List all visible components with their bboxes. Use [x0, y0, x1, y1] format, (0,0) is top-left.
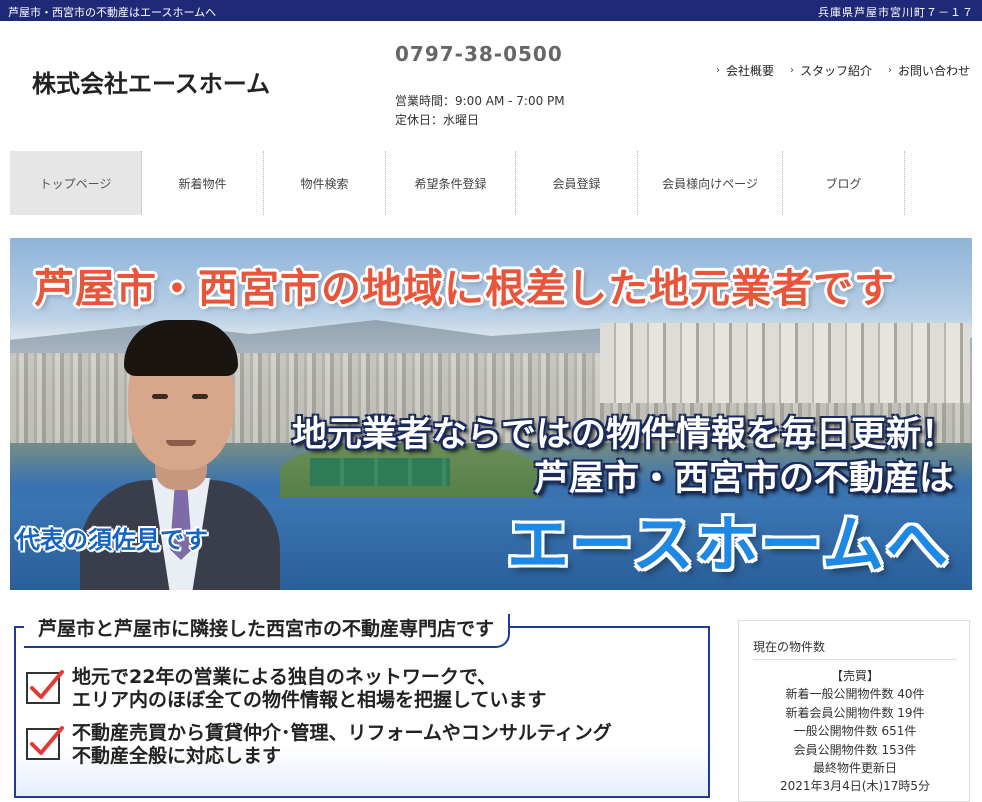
count-line: 2021年3月4日(木)17時5分: [779, 779, 931, 794]
feature-point-line: 不動産全般に対応します: [72, 745, 282, 767]
link-contact[interactable]: › お問い合わせ: [888, 62, 970, 79]
site-tagline: 芦屋市・西宮市の不動産はエースホームへ: [8, 6, 217, 19]
count-line: 一般公開物件数 651件: [793, 724, 917, 739]
divider: [753, 659, 957, 660]
feature-title: 芦屋市と芦屋市に隣接した西宮市の不動産専門店です: [24, 614, 511, 648]
hero-headline: 芦屋市・西宮市の地域に根差した地元業者です: [34, 266, 895, 312]
link-staff[interactable]: › スタッフ紹介: [790, 62, 872, 79]
business-hours: 営業時間：9:00 AM - 7:00 PM 定休日：水曜日: [395, 92, 565, 130]
site-logo[interactable]: 株式会社エースホーム: [32, 64, 270, 99]
phone-number[interactable]: 0797-38-0500: [395, 42, 563, 66]
feature-point: 不動産売買から賃貸仲介･管理、リフォームやコンサルティング 不動産全般に対応しま…: [26, 722, 696, 768]
nav-property-search[interactable]: 物件検索: [264, 151, 386, 215]
link-company-profile[interactable]: › 会社概要: [716, 62, 774, 79]
header-links: › 会社概要 › スタッフ紹介 › お問い合わせ: [716, 62, 970, 79]
hero-banner: 芦屋市・西宮市の地域に根差した地元業者です 地元業者ならではの物件情報を毎日更新…: [10, 238, 972, 590]
property-count-panel: 現在の物件数 【売買】 新着一般公開物件数 40件 新着会員公開物件数 19件 …: [738, 620, 970, 802]
count-line: 会員公開物件数 153件: [793, 742, 917, 757]
checkbox-icon: [26, 726, 64, 760]
company-address: 兵庫県芦屋市宮川町７－１７: [818, 6, 974, 19]
holiday-text: 定休日：水曜日: [395, 113, 480, 127]
category-label: 【売買】: [830, 669, 879, 683]
nav-member-page[interactable]: 会員様向けページ: [638, 151, 783, 215]
apartment-towers: [600, 323, 970, 403]
chevron-right-icon: ›: [789, 65, 794, 76]
main-nav: トップページ 新着物件 物件検索 希望条件登録 会員登録 会員様向けページ ブロ…: [10, 151, 905, 215]
nav-top-page[interactable]: トップページ: [10, 151, 142, 215]
hero-brand: エースホームへ: [506, 508, 950, 581]
feature-point-line: エリア内のほぼ全ての物件情報と相場を把握しています: [72, 689, 547, 711]
feature-box: 芦屋市と芦屋市に隣接した西宮市の不動産専門店です 地元で22年の営業による独自の…: [14, 614, 710, 798]
feature-point-line: 不動産売買から賃貸仲介･管理、リフォームやコンサルティング: [72, 722, 612, 744]
nav-new-listings[interactable]: 新着物件: [142, 151, 264, 215]
chevron-right-icon: ›: [887, 65, 892, 76]
feature-point: 地元で22年の営業による独自のネットワークで、 エリア内のほぼ全ての物件情報と相…: [26, 666, 696, 712]
count-line: 最終物件更新日: [812, 761, 897, 776]
count-line: 新着一般公開物件数 40件: [785, 687, 925, 702]
panel-heading: 現在の物件数: [753, 640, 826, 654]
top-strip: 芦屋市・西宮市の不動産はエースホームへ 兵庫県芦屋市宮川町７－１７: [0, 0, 982, 21]
nav-member-registration[interactable]: 会員登録: [516, 151, 638, 215]
count-line: 新着会員公開物件数 19件: [785, 705, 925, 720]
chevron-right-icon: ›: [715, 65, 720, 76]
property-count-list: 【売買】 新着一般公開物件数 40件 新着会員公開物件数 19件 一般公開物件数…: [739, 667, 971, 796]
tennis-courts: [310, 458, 450, 486]
representative-caption: 代表の須佐見です: [16, 526, 208, 554]
feature-point-line: 地元で22年の営業による独自のネットワークで、: [72, 666, 497, 688]
nav-blog[interactable]: ブログ: [783, 151, 905, 215]
nav-wish-registration[interactable]: 希望条件登録: [386, 151, 516, 215]
checkbox-icon: [26, 670, 64, 704]
hours-text: 営業時間：9:00 AM - 7:00 PM: [395, 94, 565, 108]
